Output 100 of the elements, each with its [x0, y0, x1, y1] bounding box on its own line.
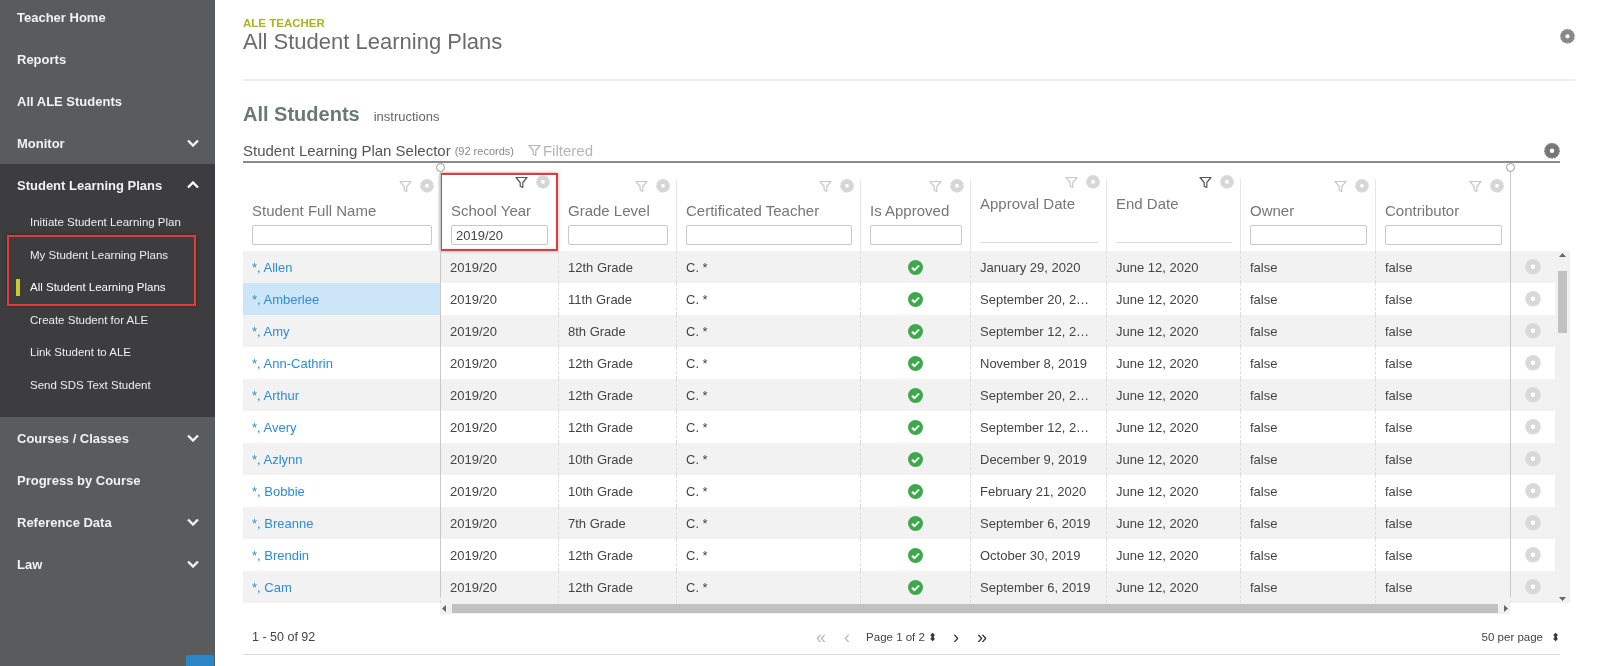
sidebar-item[interactable]: All ALE Students: [0, 80, 215, 122]
student-link[interactable]: *, Brendin: [243, 539, 440, 571]
scrollbar-thumb[interactable]: [452, 604, 1498, 613]
table-cell: C. *: [676, 507, 860, 539]
row-settings-icon[interactable]: [1525, 547, 1541, 563]
table-cell: January 29, 2020: [970, 251, 1106, 283]
pager-button[interactable]: »: [974, 626, 989, 648]
sidebar-subitem[interactable]: My Student Learning Plans: [0, 238, 215, 271]
table-cell: false: [1240, 315, 1375, 347]
row-settings-icon[interactable]: [1525, 451, 1541, 467]
student-link[interactable]: *, Bobbie: [243, 475, 440, 507]
sidebar-subitem[interactable]: Initiate Student Learning Plan: [0, 206, 215, 239]
row-settings-icon[interactable]: [1525, 419, 1541, 435]
sidebar-item[interactable]: Reference Data: [0, 501, 215, 543]
gear-icon[interactable]: [1086, 175, 1100, 189]
gear-icon[interactable]: [656, 179, 670, 193]
student-link[interactable]: *, Allen: [243, 251, 440, 283]
row-settings-icon[interactable]: [1525, 387, 1541, 403]
column-header[interactable]: Contributor: [1375, 179, 1510, 251]
filter-field[interactable]: 2019/20: [451, 225, 548, 245]
column-header[interactable]: Is Approved: [860, 179, 970, 251]
filter-field[interactable]: [252, 225, 432, 245]
table-cell: 8th Grade: [558, 315, 676, 347]
table-cell: 12th Grade: [558, 251, 676, 283]
table-cell: false: [1240, 443, 1375, 475]
student-link[interactable]: *, Ann-Cathrin: [243, 347, 440, 379]
help-tab[interactable]: [186, 655, 214, 666]
settings-icon[interactable]: [1560, 28, 1575, 44]
table-cell: C. *: [676, 379, 860, 411]
row-settings-icon[interactable]: [1525, 259, 1541, 275]
gear-icon[interactable]: [950, 179, 964, 193]
gear-icon[interactable]: [420, 179, 434, 193]
column-resize-handle[interactable]: [1506, 163, 1515, 172]
student-link[interactable]: *, Avery: [243, 411, 440, 443]
sidebar-item[interactable]: Law: [0, 543, 215, 585]
sidebar-subitem[interactable]: All Student Learning Plans: [0, 271, 215, 304]
page-title: All Student Learning Plans: [243, 29, 503, 55]
filter-field[interactable]: [1250, 225, 1367, 245]
row-settings-icon[interactable]: [1525, 355, 1541, 371]
table-cell: false: [1240, 507, 1375, 539]
student-link[interactable]: *, Arthur: [243, 379, 440, 411]
horizontal-scrollbar[interactable]: [440, 603, 1510, 614]
column-header[interactable]: Certificated Teacher: [676, 179, 860, 251]
table-cell: C. *: [676, 251, 860, 283]
student-link[interactable]: *, Breanne: [243, 507, 440, 539]
sidebar-item[interactable]: Progress by Course: [0, 459, 215, 501]
student-link[interactable]: *, Cam: [243, 571, 440, 603]
table-cell: June 12, 2020: [1106, 379, 1240, 411]
page-select[interactable]: Page 1 of 2 ⬍: [866, 630, 937, 644]
gear-icon[interactable]: [840, 179, 854, 193]
page-size-select[interactable]: 50 per page ⬍: [1481, 630, 1560, 644]
scrollbar-thumb[interactable]: [1558, 271, 1567, 333]
scroll-right-icon[interactable]: [1502, 604, 1510, 613]
sidebar-subitem[interactable]: Link Student to ALE: [0, 336, 215, 369]
sidebar-item[interactable]: Monitor: [0, 122, 215, 164]
column-header[interactable]: School Year 2019/20: [440, 173, 558, 251]
row-settings-icon[interactable]: [1525, 483, 1541, 499]
table-cell: 10th Grade: [558, 443, 676, 475]
scroll-up-icon[interactable]: [1558, 251, 1567, 259]
vertical-scrollbar[interactable]: [1555, 251, 1570, 603]
row-settings-icon[interactable]: [1525, 515, 1541, 531]
gear-icon[interactable]: [1490, 179, 1504, 193]
table-cell: 7th Grade: [558, 507, 676, 539]
settings-icon[interactable]: [1544, 142, 1560, 159]
row-settings-icon[interactable]: [1525, 579, 1541, 595]
table-cell: C. *: [676, 443, 860, 475]
gear-icon[interactable]: [536, 175, 550, 189]
sidebar-item[interactable]: Student Learning Plans: [0, 164, 215, 206]
pager-button[interactable]: ›: [950, 626, 961, 648]
column-header[interactable]: Student Full Name: [243, 179, 440, 251]
filter-field[interactable]: [1385, 225, 1502, 245]
table-cell: June 12, 2020: [1106, 251, 1240, 283]
column-resize-handle[interactable]: [436, 163, 445, 172]
sidebar-item[interactable]: Teacher Home: [0, 0, 215, 38]
sidebar-subitem[interactable]: Send SDS Text Student: [0, 368, 215, 401]
filter-field[interactable]: [870, 225, 962, 245]
sidebar-item[interactable]: Courses / Classes: [0, 417, 215, 459]
scroll-down-icon[interactable]: [1558, 595, 1567, 603]
row-settings-icon[interactable]: [1525, 323, 1541, 339]
student-link[interactable]: *, Amy: [243, 315, 440, 347]
filter-icon: [527, 144, 541, 157]
table-cell: September 12, 2…: [970, 315, 1106, 347]
column-header[interactable]: Grade Level: [558, 179, 676, 251]
student-link[interactable]: *, Azlynn: [243, 443, 440, 475]
filter-icon[interactable]: [1199, 175, 1212, 189]
sidebar-subitem[interactable]: Create Student for ALE: [0, 303, 215, 336]
table-cell: false: [1240, 379, 1375, 411]
row-settings-icon[interactable]: [1525, 291, 1541, 307]
gear-icon[interactable]: [1220, 175, 1234, 189]
scroll-left-icon[interactable]: [440, 604, 448, 613]
table-cell: June 12, 2020: [1106, 507, 1240, 539]
section-title: All Students: [243, 103, 360, 126]
gear-icon[interactable]: [1355, 179, 1369, 193]
column-header[interactable]: Owner: [1240, 179, 1375, 251]
filter-field[interactable]: [686, 225, 852, 245]
sidebar-item[interactable]: Reports: [0, 38, 215, 80]
filter-field[interactable]: [568, 225, 668, 245]
filter-icon[interactable]: [515, 175, 528, 189]
record-count: (92 records): [454, 144, 514, 157]
instructions-link[interactable]: instructions: [373, 109, 440, 124]
